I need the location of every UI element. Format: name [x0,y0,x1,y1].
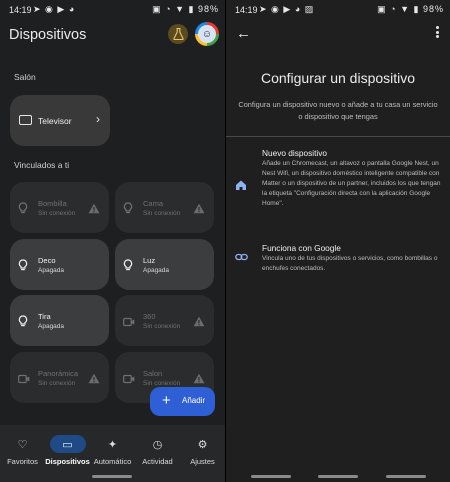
status-time: 14:19 [9,5,32,15]
add-button-label: Añadir [182,396,206,405]
system-icons: ▣ ◔ ▼ ▮ 98% [152,4,219,14]
bulb-icon [18,314,28,327]
option-description: Vincula uno de tus dispositivos o servic… [262,255,438,273]
device-name: Cama [143,199,164,208]
bulb-icon [18,258,28,271]
battery-percent: 98% [422,4,444,14]
status-time: 14:19 [235,5,258,15]
add-button[interactable]: + Añadir [150,387,215,416]
avatar-face-icon: ☺ [198,25,216,43]
device-card[interactable]: Cama Sin conexión [115,182,214,233]
plus-icon: + [162,392,171,409]
nav-item[interactable]: ◷ Actividad [135,425,180,482]
nav-label: Ajustes [190,457,215,466]
warning-icon [193,371,205,384]
link-icon [235,250,248,262]
page-title: Dispositivos [9,27,87,43]
device-status: Apagada [143,267,170,274]
history-icon: ◷ [152,438,163,451]
warning-icon [88,371,100,384]
notification-icons: ➤ ◉ ▶ ◕ ▨ [259,4,315,14]
bulb-icon [123,258,133,271]
nav-label: Automático [93,457,132,466]
device-status: Sin conexión [143,323,181,330]
devices-icon: ▭ [49,435,86,453]
notification-icons: ➤ ◉ ▶ ◕ [33,4,76,14]
option-title: Funciona con Google [262,243,341,253]
flask-icon[interactable] [168,24,188,44]
device-card[interactable]: Panorámica Sin conexión [10,352,109,403]
heart-icon: ♡ [17,438,28,451]
home-icon [235,178,247,190]
section-room: Salón [14,72,36,82]
sparkle-icon: ✦ [107,438,118,451]
nav-bar-recents [251,475,291,478]
device-name: Televisor [38,116,72,126]
nav-bar-back [386,475,426,478]
device-name: Luz [143,256,156,265]
camera-icon [123,371,135,384]
device-name: Salon [143,369,163,378]
bulb-icon [123,201,133,214]
status-bar: 14:19 ➤ ◉ ▶ ◕ ▨ ▣ ◔ ▼ ▮ 98% [226,0,450,20]
gear-icon: ⚙ [197,438,208,451]
warning-icon [193,201,205,214]
page-subtitle: Configura un dispositivo nuevo o añade a… [238,100,438,121]
warning-icon [193,314,205,327]
device-card[interactable]: Tira Apagada [10,295,109,346]
device-name: 360 [143,312,156,321]
warning-icon [88,201,100,214]
device-card[interactable]: Deco Apagada [10,239,109,290]
battery-percent: 98% [197,4,219,14]
device-card[interactable]: Luz Apagada [115,239,214,290]
nav-item[interactable]: ✦ Automático [90,425,135,482]
nav-item[interactable]: ♡ Favoritos [0,425,45,482]
nav-label: Dispositivos [45,457,90,466]
back-arrow-icon[interactable]: ← [236,25,251,42]
nav-label: Actividad [142,457,173,466]
option-title: Nuevo dispositivo [262,148,328,158]
camera-icon [18,371,30,384]
option-new-device[interactable]: Nuevo dispositivo Añade un Chromecast, u… [226,148,450,230]
gesture-handle [92,475,132,478]
device-status: Apagada [38,323,65,330]
devices-screen: 14:19 ➤ ◉ ▶ ◕ ▣ ◔ ▼ ▮ 98% Dispositivos ☺… [0,0,225,482]
divider [226,136,450,137]
option-description: Añade un Chromecast, un altavoz o pantal… [262,160,441,208]
gesture-handle [318,475,358,478]
status-bar: 14:19 ➤ ◉ ▶ ◕ ▣ ◔ ▼ ▮ 98% [0,0,225,20]
device-status: Sin conexión [38,210,76,217]
device-status: Sin conexión [143,380,181,387]
system-icons: ▣ ◔ ▼ ▮ 98% [377,4,444,14]
nav-item[interactable]: ▭ Dispositivos [45,425,90,482]
page-title: Configurar un dispositivo [260,70,416,86]
camera-icon [123,314,135,327]
device-card-televisor[interactable]: Televisor › [10,95,110,146]
device-status: Sin conexión [143,210,181,217]
more-options-icon[interactable] [435,26,439,38]
device-name: Tira [38,312,51,321]
nav-item[interactable]: ⚙ Ajustes [180,425,225,482]
setup-device-screen: 14:19 ➤ ◉ ▶ ◕ ▨ ▣ ◔ ▼ ▮ 98% ← Configurar… [226,0,450,482]
device-card[interactable]: 360 Sin conexión [115,295,214,346]
tv-icon [19,115,32,125]
nav-label: Favoritos [7,457,38,466]
bulb-icon [18,201,28,214]
device-name: Panorámica [38,369,79,378]
device-card[interactable]: Bombilla Sin conexión [10,182,109,233]
section-linked: Vinculados a ti [14,160,70,170]
device-status: Sin conexión [38,380,76,387]
profile-avatar[interactable]: ☺ [195,22,219,46]
device-name: Bombilla [38,199,67,208]
device-name: Deco [38,256,56,265]
bottom-navigation: ♡ Favoritos ▭ Dispositivos ✦ Automático ◷ Activ… [0,425,225,482]
option-works-with-google[interactable]: Funciona con Google Vincula uno de tus d… [226,243,450,283]
chevron-right-icon: › [96,112,100,126]
device-status: Apagada [38,267,65,274]
